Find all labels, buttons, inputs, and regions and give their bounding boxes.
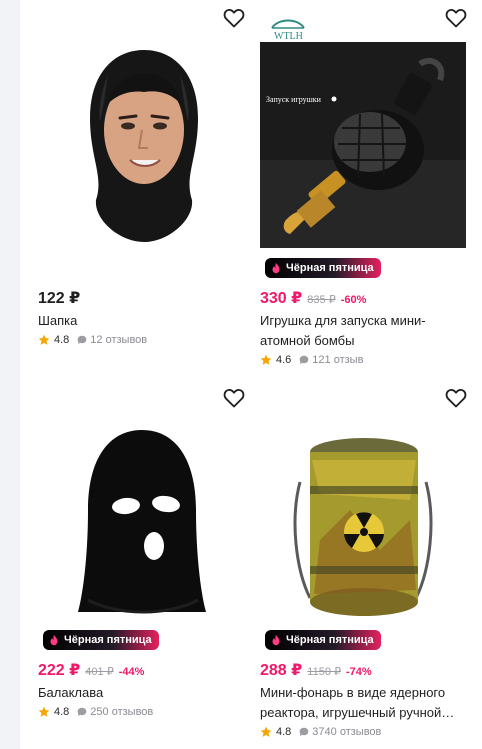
balaclava-illustration [78,430,206,614]
reviews-count[interactable]: 3740 отзывов [312,726,381,738]
product-title[interactable]: Балаклава [38,683,248,703]
product-card[interactable]: Чёрная пятница 288 ₽ 1150 ₽ -74% Мини-фо… [260,380,472,749]
speech-bubble-icon [77,707,87,717]
flame-icon [50,634,58,646]
reviews-count[interactable]: 12 отзывов [90,334,147,346]
product-image-reactor-lantern[interactable] [260,390,472,630]
badge-label: Чёрная пятница [286,262,374,274]
rating-row: 4.8 12 отзывов [38,334,147,346]
old-price: 835 ₽ [307,294,336,306]
image-caption: Запуск игрушки [266,95,322,104]
rating-row: 4.8 3740 отзывов [260,726,381,738]
speech-bubble-icon [299,727,309,737]
flame-icon [272,262,280,274]
brand-logo-text: WTLH [274,31,303,42]
heart-icon[interactable] [444,386,468,410]
product-image-face-mask[interactable] [38,10,250,250]
rating-value: 4.8 [54,706,70,718]
price: 122 ₽ [38,290,81,307]
black-friday-badge: Чёрная пятница [265,630,381,650]
product-image-grenade-toy[interactable]: WTLH Запуск игрушки [260,10,472,248]
price: 330 ₽ [260,290,303,307]
star-icon [260,354,272,365]
speech-bubble-icon [299,355,309,365]
heart-icon[interactable] [444,6,468,30]
badge-label: Чёрная пятница [286,634,374,646]
star-icon [38,334,50,345]
product-title[interactable]: Шапка [38,311,248,331]
old-price: 401 ₽ [85,666,114,678]
product-card[interactable]: WTLH Запуск игрушки Чёрная пятница 330 ₽… [260,0,472,380]
star-icon [260,726,272,737]
page-left-gutter [0,0,20,749]
product-image-balaclava[interactable] [38,390,250,630]
face-mask-illustration [90,50,198,242]
rating-value: 4.6 [276,354,292,366]
discount: -60% [340,294,367,306]
rating-value: 4.8 [276,726,292,738]
heart-icon[interactable] [222,386,246,410]
heart-icon[interactable] [222,6,246,30]
flame-icon [272,634,280,646]
discount: -44% [118,666,145,678]
discount: -74% [346,666,372,678]
grenade-toy-illustration: WTLH Запуск игрушки [260,10,472,248]
black-friday-badge: Чёрная пятница [265,258,381,278]
reactor-lantern-illustration [293,438,433,616]
star-icon [38,706,50,717]
product-title[interactable]: Игрушка для запуска мини-атомной бомбы [260,311,470,351]
rating-row: 4.8 250 отзывов [38,706,153,718]
old-price: 1150 ₽ [307,666,341,678]
black-friday-badge: Чёрная пятница [43,630,159,650]
product-title[interactable]: Мини-фонарь в виде ядерного реактора, иг… [260,683,470,723]
product-card[interactable]: Чёрная пятница 222 ₽ 401 ₽ -44% Балаклав… [38,380,250,740]
product-card[interactable]: 122 ₽ Шапка 4.8 12 отзывов [38,0,250,360]
speech-bubble-icon [77,335,87,345]
rating-value: 4.8 [54,334,70,346]
price: 222 ₽ [38,662,81,679]
reviews-count[interactable]: 121 отзыв [312,354,363,366]
rating-row: 4.6 121 отзыв [260,354,363,366]
reviews-count[interactable]: 250 отзывов [90,706,153,718]
badge-label: Чёрная пятница [64,634,152,646]
price: 288 ₽ [260,662,303,679]
